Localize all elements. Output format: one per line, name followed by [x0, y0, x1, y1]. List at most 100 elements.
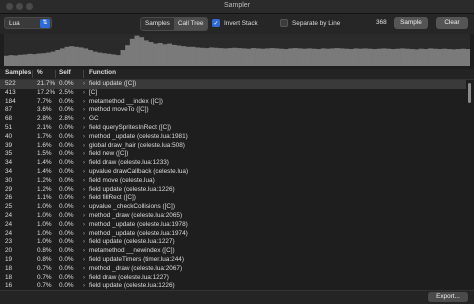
table-row[interactable]: 34 1.4% 0.0% › field draw (celeste.lua:1233)	[0, 159, 466, 168]
cell-function: method _update (celeste.lua:1978)	[89, 220, 188, 228]
language-select[interactable]: Lua ⇅	[4, 17, 52, 29]
vertical-scrollbar[interactable]	[467, 80, 472, 290]
cell-self: 0.0%	[59, 194, 74, 202]
invert-stack-option[interactable]: ✓ Invert Stack	[212, 18, 258, 28]
disclosure-chevron-icon[interactable]: ›	[83, 247, 85, 256]
disclosure-chevron-icon[interactable]: ›	[83, 150, 85, 159]
table-row[interactable]: 68 2.8% 2.8% › GC	[0, 115, 466, 124]
cell-samples: 24	[5, 220, 13, 228]
cell-samples: 68	[5, 115, 13, 123]
timeline-bar	[264, 48, 270, 66]
cell-percent: 0.7%	[37, 264, 52, 272]
disclosure-chevron-icon[interactable]: ›	[83, 238, 85, 247]
footer-bar: Export...	[0, 290, 474, 304]
disclosure-chevron-icon[interactable]: ›	[83, 159, 85, 168]
table-row[interactable]: 40 1.7% 0.0% › method _update (celeste.lua:1…	[0, 133, 466, 142]
table-row[interactable]: 24 1.0% 0.0% › method _draw (celeste.lua:206…	[0, 212, 466, 221]
timeline-bar	[246, 48, 252, 66]
table-row[interactable]: 184 7.7% 0.0% › metamethod __index ([C])	[0, 98, 466, 107]
table-row[interactable]: 20 0.8% 0.0% › metamethod __newindex ([C])	[0, 247, 466, 256]
cell-percent: 3.6%	[37, 106, 52, 114]
disclosure-chevron-icon[interactable]: ›	[83, 221, 85, 230]
disclosure-chevron-icon[interactable]: ›	[83, 203, 85, 212]
cell-percent: 0.8%	[37, 247, 52, 255]
timeline-bar	[125, 45, 131, 66]
timeline-bar	[404, 48, 410, 66]
table-row[interactable]: 51 2.1% 0.0% › field querySpritesInRect ([C]…	[0, 124, 466, 133]
timeline-bar	[143, 40, 149, 66]
cell-function: field update (celeste.lua:1227)	[89, 238, 175, 246]
tab-call-tree[interactable]: Call Tree	[173, 18, 208, 30]
table-row[interactable]: 30 1.2% 0.0% › field move (celeste.lua)	[0, 177, 466, 186]
cell-percent: 0.8%	[37, 255, 52, 263]
disclosure-chevron-icon[interactable]: ›	[83, 265, 85, 274]
header-percent[interactable]: %	[37, 69, 43, 76]
timeline-bar	[199, 47, 205, 66]
disclosure-chevron-icon[interactable]: ›	[83, 89, 85, 98]
disclosure-chevron-icon[interactable]: ›	[83, 186, 85, 195]
sample-timeline-graph[interactable]	[4, 34, 471, 66]
timeline-bar	[139, 37, 145, 66]
disclosure-chevron-icon[interactable]: ›	[83, 194, 85, 203]
table-row[interactable]: 29 1.2% 0.0% › field update (celeste.lua:122…	[0, 186, 466, 195]
timeline-bar	[97, 52, 103, 66]
timeline-bar	[325, 48, 331, 66]
table-row[interactable]: 87 3.6% 0.0% › method moveTo ([C])	[0, 106, 466, 115]
export-button[interactable]: Export...	[428, 292, 468, 302]
cell-samples: 87	[5, 106, 13, 114]
timeline-bar	[213, 47, 219, 66]
table-row[interactable]: 18 0.7% 0.0% › field draw (celeste.lua:1227)	[0, 274, 466, 283]
cell-samples: 23	[5, 238, 13, 246]
table-row[interactable]: 19 0.8% 0.0% › field updateTimers (timer.lua…	[0, 256, 466, 265]
cell-samples: 30	[5, 176, 13, 184]
timeline-bar	[241, 48, 247, 66]
cell-samples: 18	[5, 273, 13, 281]
tab-samples[interactable]: Samples	[141, 18, 174, 30]
disclosure-chevron-icon[interactable]: ›	[83, 212, 85, 221]
disclosure-chevron-icon[interactable]: ›	[83, 106, 85, 115]
cell-function: metamethod __newindex ([C])	[89, 247, 175, 255]
cell-self: 0.0%	[59, 97, 74, 105]
disclosure-chevron-icon[interactable]: ›	[83, 256, 85, 265]
disclosure-chevron-icon[interactable]: ›	[83, 177, 85, 186]
timeline-bar	[22, 54, 28, 66]
table-row[interactable]: 35 1.5% 0.0% › field new ([C])	[0, 150, 466, 159]
header-self[interactable]: Self	[59, 69, 71, 76]
clear-button[interactable]: Clear	[436, 17, 468, 29]
scrollbar-thumb[interactable]	[468, 83, 471, 103]
table-row[interactable]: 25 1.0% 0.0% › upvalue _checkCollisions ([C]…	[0, 203, 466, 212]
timeline-bar	[162, 44, 168, 66]
table-row[interactable]: 24 1.0% 0.0% › method _update (celeste.lua:1…	[0, 230, 466, 239]
disclosure-chevron-icon[interactable]: ›	[83, 124, 85, 133]
table-row[interactable]: 522 21.7% 0.0% › field update ([C])	[0, 80, 466, 89]
cell-self: 0.0%	[59, 185, 74, 193]
disclosure-chevron-icon[interactable]: ›	[83, 168, 85, 177]
disclosure-chevron-icon[interactable]: ›	[83, 115, 85, 124]
cell-function: upvalue _checkCollisions ([C])	[89, 203, 175, 211]
disclosure-chevron-icon[interactable]: ›	[83, 80, 85, 89]
header-samples[interactable]: Samples	[5, 69, 31, 76]
disclosure-chevron-icon[interactable]: ›	[83, 142, 85, 151]
disclosure-chevron-icon[interactable]: ›	[83, 98, 85, 107]
disclosure-chevron-icon[interactable]: ›	[83, 230, 85, 239]
table-row[interactable]: 34 1.4% 0.0% › upvalue drawCallback (celeste…	[0, 168, 466, 177]
cell-samples: 34	[5, 167, 13, 175]
disclosure-chevron-icon[interactable]: ›	[83, 274, 85, 283]
invert-stack-checkbox[interactable]: ✓	[212, 19, 220, 27]
sample-button[interactable]: Sample	[394, 17, 428, 29]
separate-by-line-checkbox[interactable]	[280, 19, 288, 27]
header-function[interactable]: Function	[89, 69, 116, 76]
disclosure-chevron-icon[interactable]: ›	[83, 133, 85, 142]
timeline-bar	[255, 48, 261, 66]
table-row[interactable]: 39 1.6% 0.0% › global draw_hair (celeste.lua…	[0, 142, 466, 151]
cell-function: metamethod __index ([C])	[89, 97, 163, 105]
separate-by-line-option[interactable]: Separate by Line	[280, 18, 340, 28]
table-row[interactable]: 18 0.7% 0.0% › method _draw (celeste.lua:206…	[0, 265, 466, 274]
timeline-bar	[92, 51, 98, 66]
table-row[interactable]: 26 1.1% 0.0% › field fillRect ([C])	[0, 194, 466, 203]
table-row[interactable]: 23 1.0% 0.0% › field update (celeste.lua:122…	[0, 238, 466, 247]
timeline-bar	[218, 48, 224, 66]
cell-self: 0.0%	[59, 211, 74, 219]
table-row[interactable]: 413 17.2% 2.5% › [C]	[0, 89, 466, 98]
table-row[interactable]: 24 1.0% 0.0% › method _update (celeste.lua:1…	[0, 221, 466, 230]
